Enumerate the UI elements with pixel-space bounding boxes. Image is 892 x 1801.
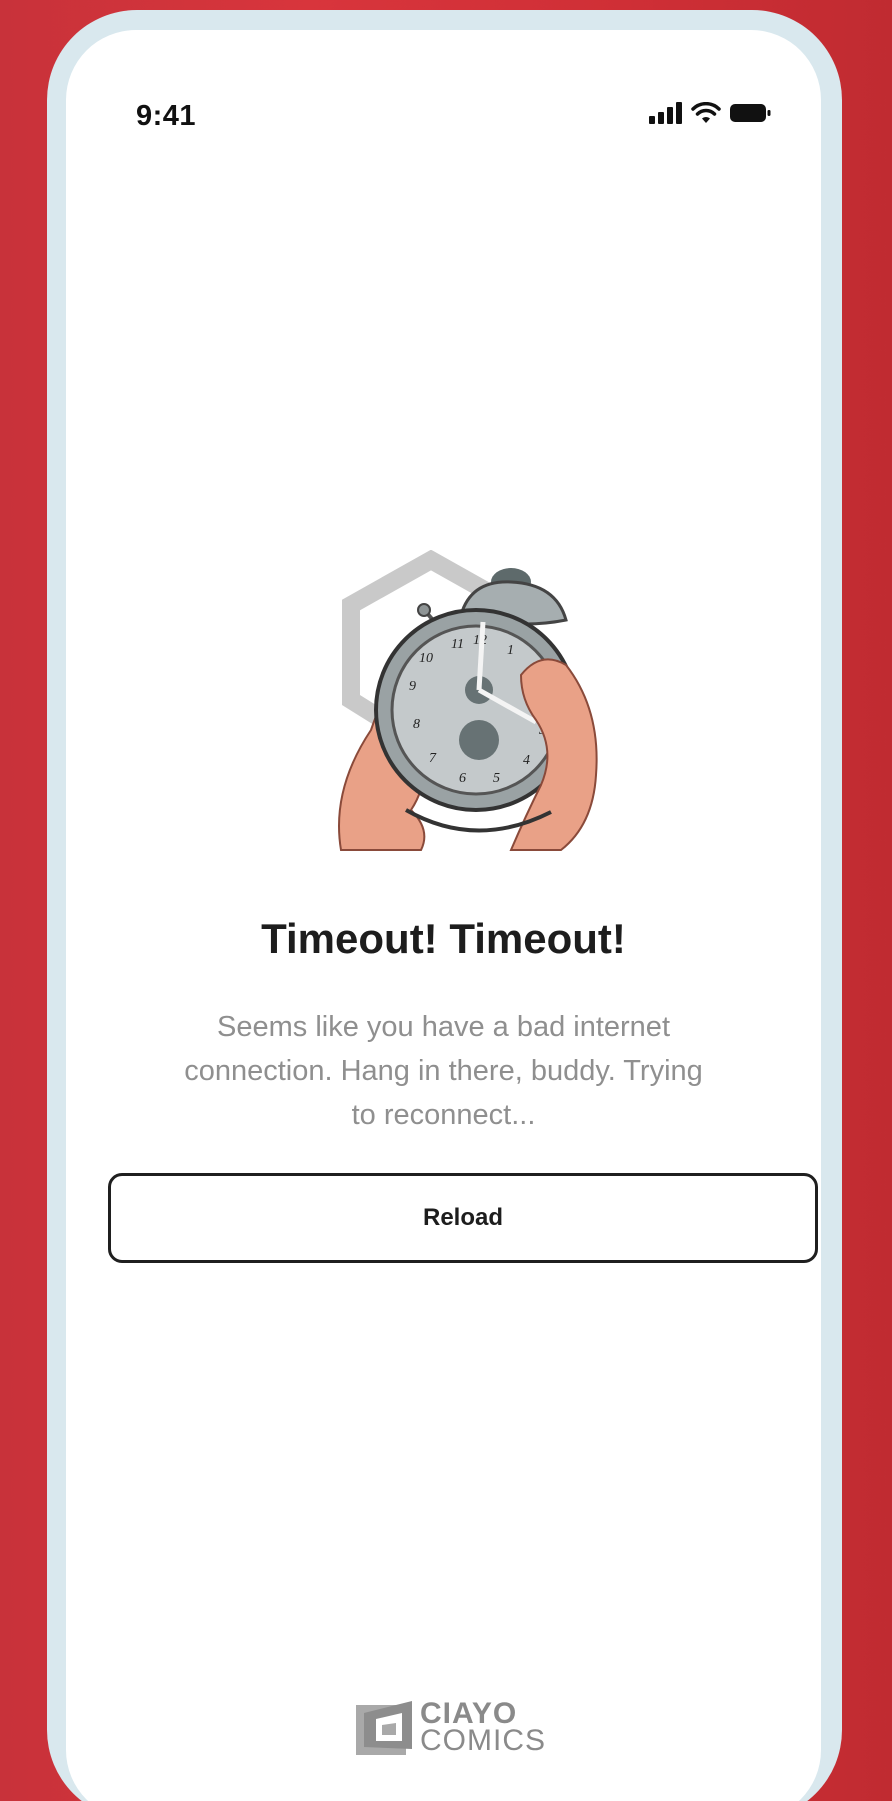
clock-numeral: 11 <box>451 637 464 652</box>
battery-icon <box>730 104 771 122</box>
clock-numeral: 7 <box>429 751 437 766</box>
clock-numeral: 8 <box>413 717 420 732</box>
status-icons <box>649 102 771 124</box>
cellular-signal-icon <box>649 102 682 124</box>
app-screen: 9:41 11 1 10 9 8 7 6 5 4 Timeout! Timeou… <box>66 30 821 1801</box>
status-bar: 9:41 <box>66 70 821 132</box>
alarm-clock-in-hands-illustration: 11 12 1 10 9 8 7 6 5 4 3 <box>338 550 598 851</box>
clock-numeral: 1 <box>507 643 514 658</box>
reload-button[interactable]: Reload <box>108 1173 818 1263</box>
clock-numeral: 5 <box>493 771 500 786</box>
clock-numeral: 9 <box>409 679 416 694</box>
ciayo-logo-icon <box>356 1701 412 1755</box>
brand-line-ciayo: CIAYO <box>420 1697 518 1730</box>
error-message: Seems like you have a bad internet conne… <box>184 1011 703 1131</box>
error-title: Timeout! Timeout! <box>261 915 626 962</box>
brand-wordmark: CIAYO COMICS <box>420 1697 546 1757</box>
ciayo-comics-logo: CIAYO COMICS <box>354 1697 546 1757</box>
clock-numeral: 4 <box>523 753 530 768</box>
clock-numeral: 6 <box>459 771 466 786</box>
brand-line-comics: COMICS <box>420 1724 546 1757</box>
status-time: 9:41 <box>136 100 197 132</box>
wifi-icon <box>691 102 721 123</box>
clock-subdial <box>459 720 499 760</box>
alarm-hammer-tip <box>417 603 431 617</box>
clock-numeral: 10 <box>419 651 433 666</box>
